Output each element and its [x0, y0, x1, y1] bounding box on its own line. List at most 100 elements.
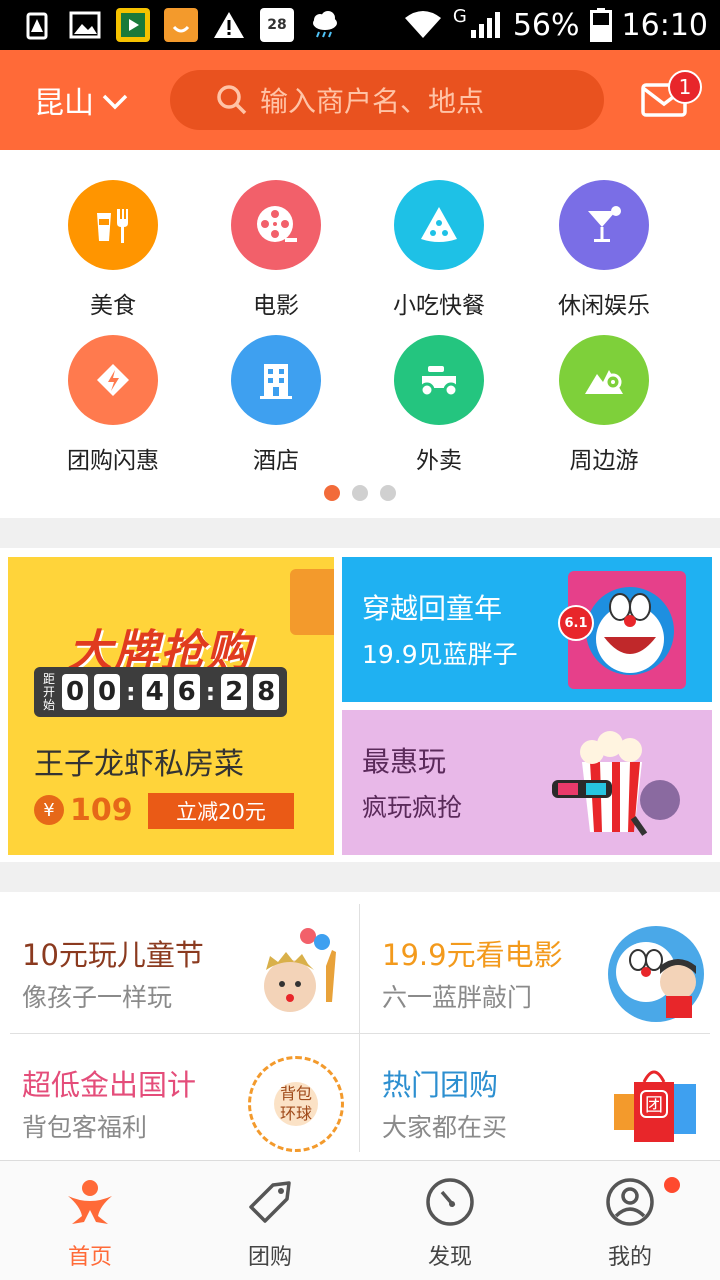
- flash-tag-icon: [68, 335, 158, 425]
- timer-digit: 8: [253, 674, 280, 710]
- tab-discover[interactable]: 发现: [360, 1161, 540, 1280]
- mountain-pin-icon: [559, 335, 649, 425]
- notification-dot: [664, 1177, 680, 1193]
- pizza-icon: [394, 180, 484, 270]
- chevron-down-icon: [102, 94, 128, 110]
- grid-item-hot-deals[interactable]: 热门团购 大家都在买 团: [370, 1034, 720, 1164]
- warning-icon: [212, 8, 246, 42]
- notification-icons: 28: [20, 8, 342, 42]
- scooter-icon: [394, 335, 484, 425]
- fun-promo-card[interactable]: 最惠玩 疯玩疯抢: [342, 710, 712, 855]
- grid-title: 10元玩儿童节: [22, 938, 204, 972]
- tab-label: 我的: [607, 1245, 652, 1270]
- category-grid: 美食 电影 小吃快餐 休闲娱乐 团购闪惠 酒店 外卖 周边游: [0, 150, 720, 518]
- bottom-tab-bar: 首页 团购 发现 我的: [0, 1160, 720, 1280]
- page-indicator: [0, 485, 720, 501]
- timer-colon: :: [126, 678, 136, 706]
- grid-subtitle: 像孩子一样玩: [22, 983, 173, 1012]
- dish-name: 王子龙虾私房菜: [34, 747, 244, 782]
- grid-subtitle: 六一蓝胖敲门: [382, 983, 533, 1012]
- category-nearby-travel[interactable]: 周边游: [524, 335, 684, 475]
- grid-title: 热门团购: [382, 1068, 499, 1102]
- promo-title: 穿越回童年: [362, 592, 503, 625]
- category-label: 休闲娱乐: [558, 293, 650, 319]
- category-label: 小吃快餐: [393, 293, 485, 319]
- category-label: 酒店: [253, 448, 299, 474]
- category-hotel[interactable]: 酒店: [196, 335, 356, 475]
- promo-subtitle: 19.9见蓝胖子: [362, 640, 518, 669]
- countdown-timer: 距开始 0 0 : 4 6 : 2 8: [34, 667, 288, 717]
- category-snack[interactable]: 小吃快餐: [359, 180, 519, 320]
- timer-colon: :: [205, 678, 216, 706]
- category-entertainment[interactable]: 休闲娱乐: [524, 180, 684, 320]
- page-dot[interactable]: [380, 485, 396, 501]
- category-label: 团购闪惠: [67, 448, 159, 474]
- search-icon: [217, 85, 247, 115]
- timer-digit: 6: [173, 674, 200, 710]
- doraemon-movie-image: [608, 926, 704, 1022]
- price: 109: [70, 793, 133, 828]
- grid-item-movie-deal[interactable]: 19.9元看电影 六一蓝胖敲门: [370, 904, 720, 1034]
- discount-tag-icon: [290, 569, 334, 635]
- wifi-icon: [404, 11, 441, 38]
- weather-icon: [308, 8, 342, 42]
- flash-sale-card[interactable]: 大牌抢购 距开始 0 0 : 4 6 : 2 8 王子龙虾私房菜 ¥ 109 立…: [8, 557, 334, 855]
- hotel-icon: [231, 335, 321, 425]
- childhood-promo-card[interactable]: 穿越回童年 19.9见蓝胖子 6.1: [342, 557, 712, 702]
- category-food[interactable]: 美食: [33, 180, 193, 320]
- grid-title: 超低金出国计: [22, 1068, 197, 1102]
- app-icon: [164, 8, 198, 42]
- grid-item-childrens-day[interactable]: 10元玩儿童节 像孩子一样玩: [10, 904, 360, 1034]
- discount-label: 立减20元: [148, 793, 294, 829]
- kid-balloons-image: [248, 926, 344, 1022]
- grid-title: 19.9元看电影: [382, 938, 563, 972]
- profile-icon: [603, 1175, 657, 1229]
- tab-group-buy[interactable]: 团购: [180, 1161, 360, 1280]
- timer-label: 距开始: [42, 671, 55, 712]
- top-header: 昆山 输入商户名、地点 1: [0, 50, 720, 150]
- page-dot[interactable]: [324, 485, 340, 501]
- promo-section: 大牌抢购 距开始 0 0 : 4 6 : 2 8 王子龙虾私房菜 ¥ 109 立…: [0, 548, 720, 862]
- category-label: 周边游: [569, 448, 639, 474]
- calendar-icon: 28: [260, 8, 294, 42]
- promo-title: 最惠玩: [362, 745, 447, 778]
- tab-label: 团购: [247, 1245, 292, 1270]
- timer-digit: 0: [62, 674, 88, 710]
- compass-icon: [423, 1175, 477, 1229]
- category-label: 外卖: [416, 448, 462, 474]
- gallery-icon: [68, 8, 102, 42]
- tab-label: 首页: [67, 1245, 112, 1270]
- home-person-icon: [63, 1175, 117, 1229]
- food-icon: [68, 180, 158, 270]
- timer-digit: 0: [94, 674, 120, 710]
- promo-subtitle: 疯玩疯抢: [362, 793, 463, 822]
- page-dot[interactable]: [352, 485, 368, 501]
- city-selector[interactable]: 昆山: [34, 78, 128, 122]
- featured-grid: 10元玩儿童节 像孩子一样玩 19.9元看电影 六一蓝胖敲门 超低金出国计 背包…: [0, 892, 720, 1160]
- grid-subtitle: 背包客福利: [22, 1113, 148, 1142]
- cocktail-icon: [559, 180, 649, 270]
- group-buy-label: 团: [640, 1090, 668, 1118]
- message-count-badge: 1: [668, 70, 702, 104]
- shopping-bags-image: 团: [608, 1056, 704, 1152]
- timer-digit: 2: [221, 674, 248, 710]
- video-icon: [116, 8, 150, 42]
- system-status: G 56% 16:10: [403, 0, 708, 50]
- category-label: 电影: [253, 293, 299, 319]
- grid-item-travel-abroad[interactable]: 超低金出国计 背包客福利 背包环球: [10, 1034, 360, 1164]
- category-flash-deal[interactable]: 团购闪惠: [33, 335, 193, 475]
- battery-icon: [589, 8, 612, 42]
- category-movie[interactable]: 电影: [196, 180, 356, 320]
- tab-profile[interactable]: 我的: [540, 1161, 720, 1280]
- category-takeout[interactable]: 外卖: [359, 335, 519, 475]
- film-reel-icon: [231, 180, 321, 270]
- tab-home[interactable]: 首页: [0, 1161, 180, 1280]
- tag-icon: [243, 1175, 297, 1229]
- category-label: 美食: [90, 293, 136, 319]
- clock: 16:10: [621, 7, 708, 43]
- search-input[interactable]: 输入商户名、地点: [170, 70, 604, 130]
- popcorn-image: [542, 722, 692, 842]
- battery-warning-icon: [20, 8, 54, 42]
- tab-label: 发现: [427, 1245, 472, 1270]
- travel-badge-text: 背包环球: [274, 1082, 318, 1126]
